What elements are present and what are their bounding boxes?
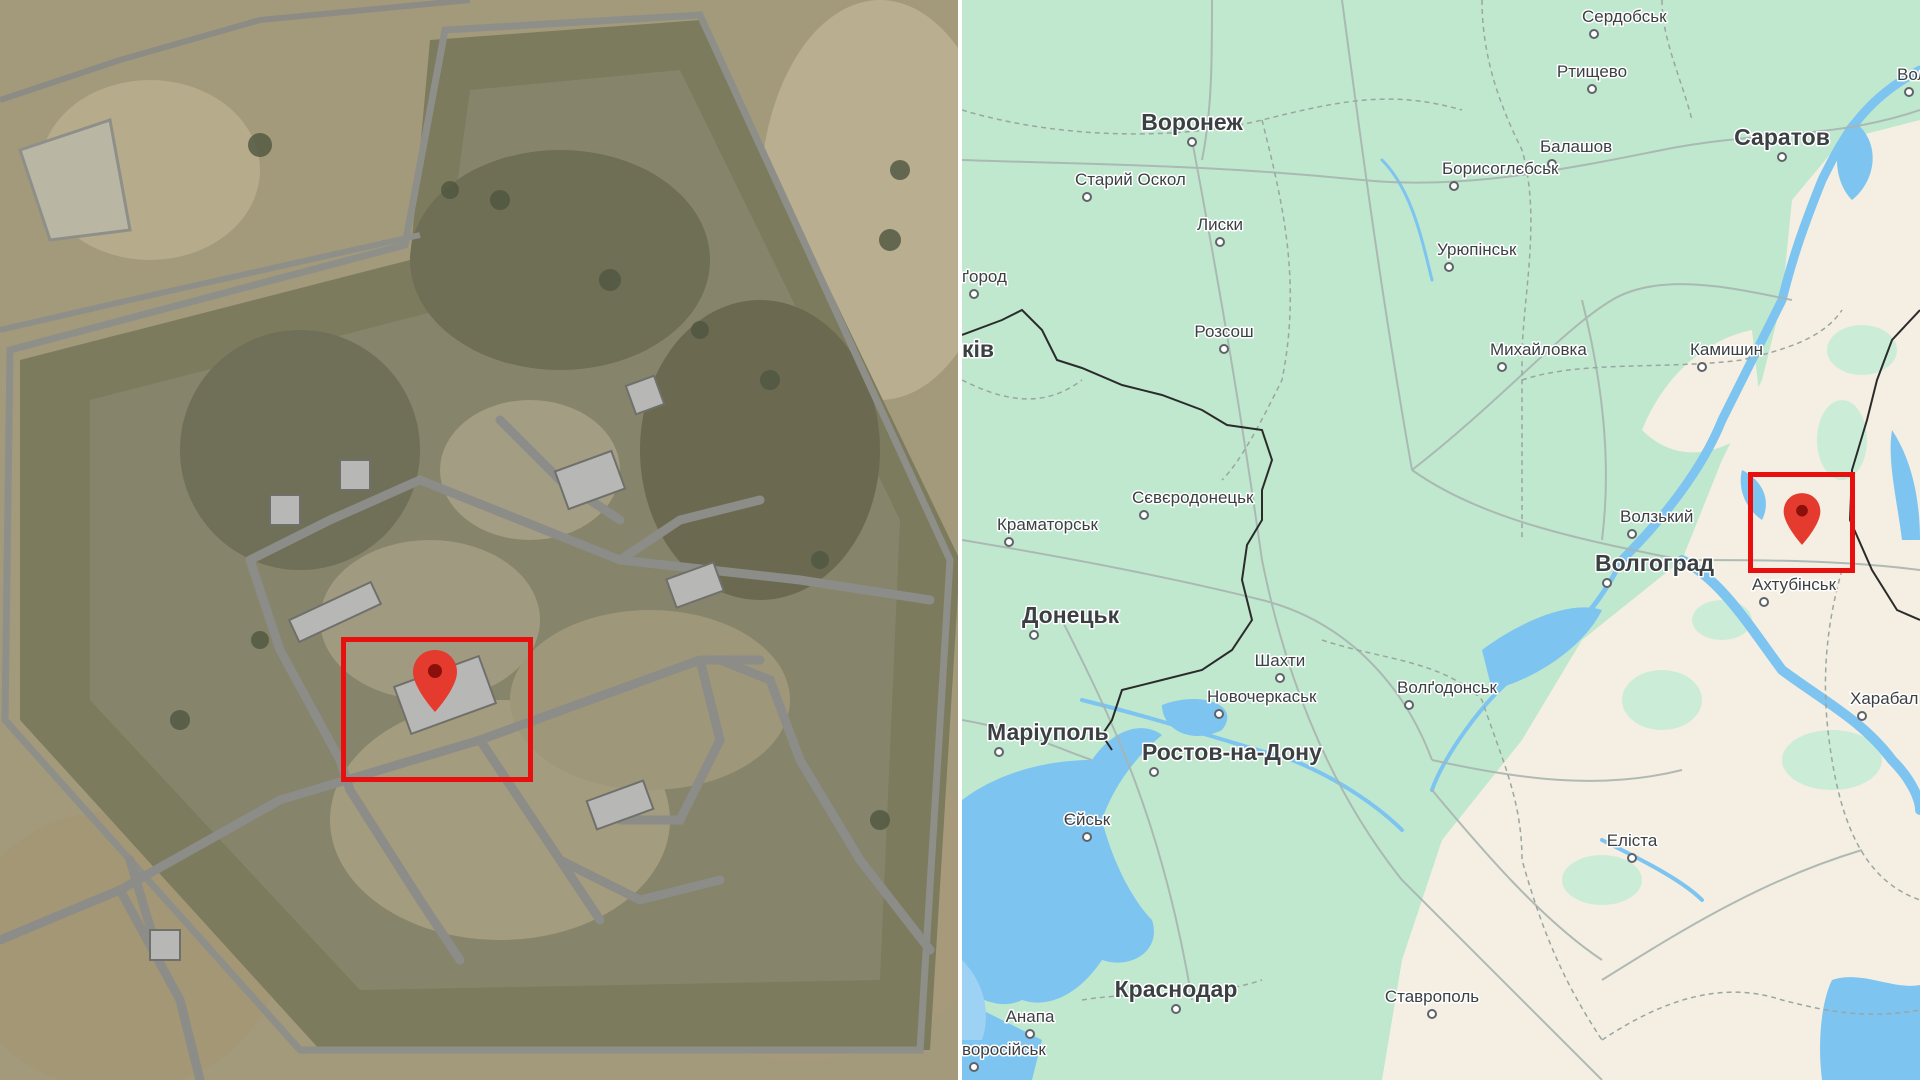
city-label-krasnodar: Краснодар [1115, 976, 1238, 1002]
city-dot-lysky [1215, 237, 1225, 247]
city-dot-elista [1627, 853, 1637, 863]
city-label-mykhailovka: Михайловка [1490, 340, 1587, 359]
city-dot-donetsk [1029, 630, 1039, 640]
city-label-yeysk: Єйськ [1064, 810, 1111, 829]
city-dot-volgograd [1602, 578, 1612, 588]
city-dot-novocherkassk [1214, 709, 1224, 719]
city-dot-volzhskyi [1627, 529, 1637, 539]
city-dot-bilhorod [969, 289, 979, 299]
city-label-volsk: Вольсь [1897, 65, 1920, 84]
city-dot-mykhailovka [1497, 362, 1507, 372]
city-label-volgodonsk: Волґодонськ [1397, 678, 1498, 697]
city-dot-voronezh [1187, 137, 1197, 147]
city-dot-uriupinsk [1444, 262, 1454, 272]
city-dot-sievierodonetsk [1139, 510, 1149, 520]
road-map-view[interactable]: Сердобськ Ртищево Вольсь Воронеж Саратов Бала… [962, 0, 1920, 1080]
city-dot-serdobsk [1589, 29, 1599, 39]
city-dot-rtyshchevo [1587, 84, 1597, 94]
city-label-rostov: Ростов-на-Дону [1142, 739, 1322, 765]
satellite-view[interactable] [0, 0, 958, 1080]
city-label-volgograd: Волгоград [1595, 550, 1714, 576]
city-dot-staryi-oskol [1082, 192, 1092, 202]
city-dot-novorossiysk [969, 1062, 979, 1072]
city-label-sievierodonetsk: Сєвєродонецьк [1132, 488, 1254, 507]
city-dot-volgodonsk [1404, 700, 1414, 710]
city-label-volzhskyi: Волзький [1620, 507, 1693, 526]
city-label-serdobsk: Сердобськ [1582, 7, 1667, 26]
city-label-bilhorod: ґород [962, 267, 1007, 286]
city-dot-shakhty [1275, 673, 1285, 683]
city-dot-volsk [1904, 87, 1914, 97]
city-label-donetsk: Донецьк [1022, 602, 1120, 628]
city-dot-borysohlibsk [1449, 181, 1459, 191]
city-dot-saratov [1777, 152, 1787, 162]
city-label-mariupol: Маріуполь [987, 719, 1109, 745]
city-dot-kramatorsk [1004, 537, 1014, 547]
city-label-shakhty: Шахти [1255, 651, 1306, 670]
city-dot-rossosh [1219, 344, 1229, 354]
city-label-elista: Еліста [1607, 831, 1658, 850]
city-dot-kharabali [1857, 711, 1867, 721]
city-label-kharabali: Харабал [1850, 689, 1918, 708]
city-dot-krasnodar [1171, 1004, 1181, 1014]
city-label-voronezh: Воронеж [1141, 109, 1243, 135]
city-label-kamyshyn: Камишин [1690, 340, 1763, 359]
city-dot-yeysk [1082, 832, 1092, 842]
city-label-novorossiysk: воросійськ [962, 1040, 1046, 1059]
map-pin-icon[interactable] [1782, 490, 1822, 548]
city-label-kramatorsk: Краматорськ [997, 515, 1098, 534]
city-label-akhtubinsk: Ахтубінськ [1752, 575, 1837, 594]
city-label-saratov: Саратов [1734, 124, 1830, 150]
city-dot-stavropol [1427, 1009, 1437, 1019]
city-dot-mariupol [994, 747, 1004, 757]
city-label-lysky: Лиски [1197, 215, 1243, 234]
city-label-anapa: Анапа [1006, 1007, 1055, 1026]
city-label-uriupinsk: Урюпінськ [1437, 240, 1517, 259]
city-dot-akhtubinsk [1759, 597, 1769, 607]
city-label-kharkiv: ків [962, 336, 994, 362]
city-label-stavropol: Ставрополь [1385, 987, 1479, 1006]
satellite-image [0, 0, 958, 1080]
city-dot-rostov [1149, 767, 1159, 777]
map-pin-icon[interactable] [411, 648, 459, 714]
city-dot-anapa [1025, 1029, 1035, 1039]
city-dot-kamyshyn [1697, 362, 1707, 372]
city-label-staryi-oskol: Старий Оскол [1075, 170, 1186, 189]
city-label-novocherkassk: Новочеркаськ [1207, 687, 1317, 706]
city-label-rossosh: Розсош [1194, 322, 1253, 341]
city-label-rtyshchevo: Ртищево [1557, 62, 1627, 81]
city-label-borysohlibsk: Борисоглєбськ [1442, 159, 1559, 178]
city-label-balashov: Балашов [1540, 137, 1612, 156]
